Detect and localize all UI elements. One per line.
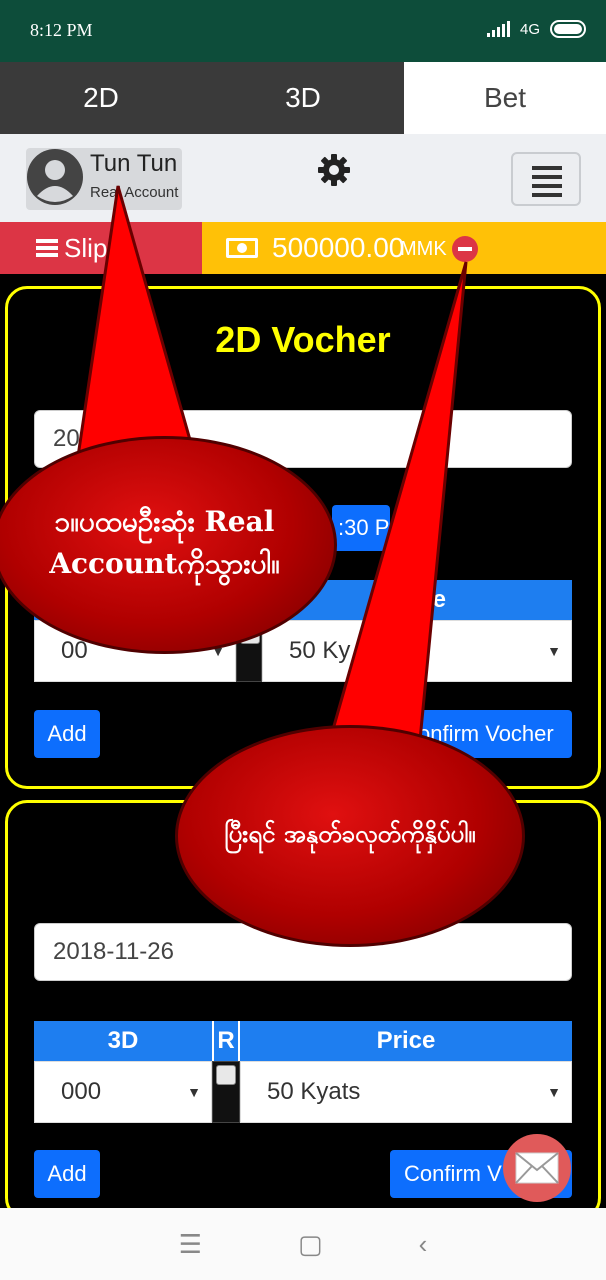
account-type: Real Account: [90, 184, 179, 201]
back-button[interactable]: ‹: [419, 1229, 428, 1260]
avatar-icon: [27, 149, 83, 205]
price-value-3d: 50 Kyats: [267, 1078, 361, 1105]
balance-amount: 500000.00: [272, 232, 405, 263]
tab-2d[interactable]: 2D: [0, 62, 202, 134]
withdraw-minus-button[interactable]: [452, 236, 478, 262]
tab-3d[interactable]: 3D: [202, 62, 404, 134]
table-header-3d: 3D R Price: [34, 1021, 572, 1061]
list-icon: [36, 236, 58, 260]
slips-button[interactable]: Slips: [0, 222, 202, 274]
add-button-3d[interactable]: Add: [34, 1150, 100, 1198]
price-select-3d[interactable]: 50 Kyats ▼: [240, 1061, 572, 1123]
system-nav-bar: ☰ ▢ ‹: [0, 1208, 606, 1280]
number-select-3d[interactable]: 000 ▼: [34, 1061, 212, 1123]
balance-bar: 500000.00 MMK: [202, 222, 606, 274]
balance-currency: MMK: [400, 238, 447, 260]
mail-icon: [515, 1152, 559, 1184]
top-tabs: 2D 3D Bet: [0, 62, 606, 134]
status-icons: 4G: [486, 20, 586, 38]
header-3d: 3D: [107, 1027, 139, 1054]
battery-icon: [550, 20, 586, 38]
reverse-checkbox-3d[interactable]: [216, 1065, 236, 1085]
cash-icon: [226, 238, 258, 258]
recent-apps-button[interactable]: ☰: [179, 1229, 202, 1260]
reverse-cell-3d: [212, 1061, 240, 1123]
home-button[interactable]: ▢: [298, 1229, 323, 1260]
status-bar: 8:12 PM 4G: [0, 0, 606, 62]
table-row-3d: 000 ▼ 50 Kyats ▼: [34, 1061, 572, 1123]
mail-button[interactable]: [503, 1134, 571, 1202]
price-value: 50 Ky: [289, 637, 351, 664]
price-select[interactable]: 50 Ky ▼: [262, 620, 572, 682]
header-r: R: [212, 1021, 240, 1061]
network-label: 4G: [519, 20, 540, 38]
hamburger-menu-button[interactable]: [511, 152, 581, 206]
add-button-2d[interactable]: Add: [34, 710, 100, 758]
voucher-title: 2D Vocher: [215, 319, 391, 360]
time-select-button[interactable]: :30 P: [332, 505, 390, 551]
tab-bet[interactable]: Bet: [404, 62, 606, 134]
signal-icon: [486, 21, 510, 37]
status-time: 8:12 PM: [30, 20, 93, 40]
callout-bubble-2: ပြီးရင် အနုတ်ခလုတ်ကိုနှိပ်ပါ။: [175, 725, 525, 947]
header-price: Price: [376, 1027, 436, 1054]
callout-bubble-1: ၁။ပထမဦးဆုံး Real Accountကိုသွားပါ။: [0, 436, 337, 654]
account-button[interactable]: Tun Tun Real Account: [26, 148, 182, 210]
number-value-3d: 000: [61, 1078, 102, 1105]
slips-label: Slips: [64, 232, 121, 263]
user-name: Tun Tun: [90, 150, 178, 177]
gear-icon[interactable]: [316, 152, 352, 188]
